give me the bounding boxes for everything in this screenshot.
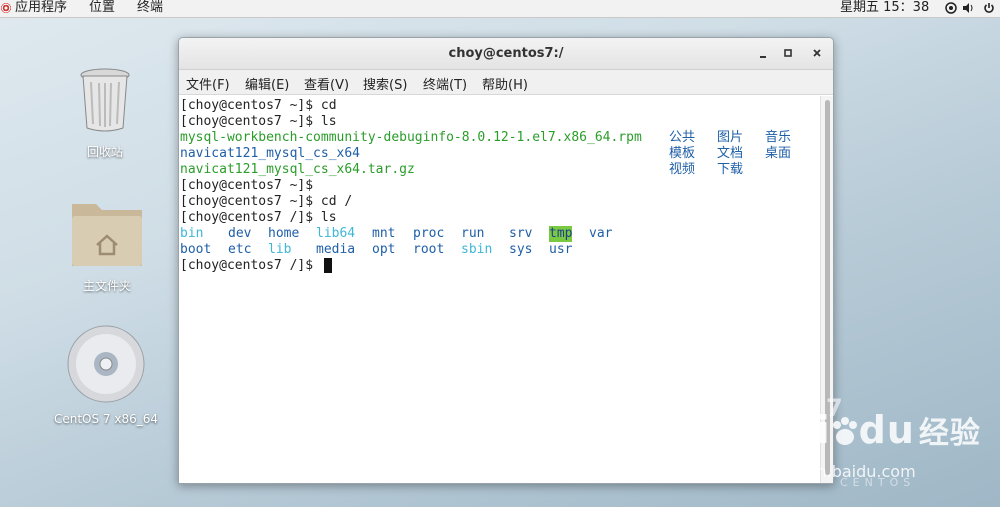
- menu-view[interactable]: 查看(V): [304, 74, 349, 93]
- terminal-line: [choy@centos7 ~]$ cd /: [180, 194, 353, 209]
- terminal-output[interactable]: [choy@centos7 ~]$ cd [choy@centos7 ~]$ l…: [179, 96, 819, 483]
- ls-dir: boot: [180, 242, 212, 257]
- ls-link: sbin: [461, 242, 493, 257]
- baidu-watermark: Bai du 经验 7 jingyan.baidu.com CENTOS: [760, 394, 990, 490]
- close-icon: [813, 49, 821, 57]
- ls-dir: 模板: [669, 146, 696, 161]
- terminal-line: [choy@centos7 /]$ ls: [180, 210, 337, 225]
- places-menu[interactable]: 位置: [89, 0, 115, 17]
- ls-dir-sticky: tmp: [549, 226, 573, 242]
- desktop-icon-label: 主文件夹: [82, 279, 131, 293]
- watermark-brand-2: du: [858, 408, 915, 452]
- applications-icon[interactable]: [1, 3, 11, 13]
- menu-bar: 文件(F) 编辑(E) 查看(V) 搜索(S) 终端(T) 帮助(H): [179, 70, 833, 95]
- menu-edit[interactable]: 编辑(E): [245, 74, 289, 93]
- volume-icon[interactable]: [962, 2, 974, 14]
- accessibility-icon[interactable]: [945, 2, 957, 14]
- ls-dir: 音乐: [765, 130, 792, 145]
- ls-dir: 文档: [717, 146, 744, 161]
- watermark-brand-cn: 经验: [918, 416, 981, 451]
- terminal-cursor: [324, 258, 332, 273]
- cd-icon: [67, 325, 145, 403]
- watermark-version: 7: [826, 394, 843, 422]
- ls-dir: navicat121_mysql_cs_x64: [180, 146, 361, 161]
- terminal-window: choy@centos7:/ 文件(F) 编辑(E) 查看(V) 搜索(S) 终…: [178, 37, 834, 484]
- maximize-icon: [784, 49, 792, 57]
- minimize-button[interactable]: [755, 46, 771, 62]
- ls-file: navicat121_mysql_cs_x64.tar.gz: [180, 162, 415, 177]
- menu-terminal[interactable]: 终端(T): [423, 74, 467, 93]
- ls-dir: 图片: [717, 130, 744, 145]
- menu-search[interactable]: 搜索(S): [363, 74, 407, 93]
- trash-icon: [80, 68, 130, 132]
- maximize-button[interactable]: [780, 46, 796, 62]
- ls-link: lib: [268, 242, 292, 257]
- desktop-icon-trash[interactable]: 回收站: [70, 66, 140, 160]
- ls-dir: proc: [413, 226, 445, 241]
- menu-file[interactable]: 文件(F): [186, 74, 230, 93]
- watermark-os: CENTOS: [840, 476, 916, 489]
- watermark-brand: Bai: [760, 408, 831, 452]
- terminal-line: [choy@centos7 ~]$ ls: [180, 114, 337, 129]
- ls-dir: home: [268, 226, 300, 241]
- ls-dir: media: [316, 242, 356, 257]
- top-panel: 应用程序 位置 终端 星期五 15：38: [0, 0, 1000, 18]
- ls-dir: 下载: [717, 162, 744, 177]
- minimize-icon: [760, 56, 766, 58]
- applications-menu[interactable]: 应用程序: [15, 0, 67, 17]
- terminal-line: [choy@centos7 /]$: [180, 258, 314, 273]
- desktop-icon-cdrom[interactable]: CentOS 7 x86_64: [50, 325, 162, 426]
- menu-help[interactable]: 帮助(H): [482, 74, 528, 93]
- ls-dir: usr: [549, 242, 573, 257]
- window-title: choy@centos7:/: [448, 46, 564, 61]
- ls-dir: sys: [509, 242, 533, 257]
- ls-link: lib64: [316, 226, 356, 241]
- ls-dir: run: [461, 226, 485, 241]
- terminal-line: [choy@centos7 ~]$: [180, 178, 314, 193]
- ls-dir: 视频: [669, 162, 696, 177]
- ls-dir: 桌面: [765, 146, 792, 161]
- home-folder-icon: [72, 204, 142, 266]
- ls-link: bin: [180, 226, 204, 241]
- close-button[interactable]: [809, 46, 825, 62]
- clock[interactable]: 星期五 15：38: [840, 0, 929, 17]
- ls-file: mysql-workbench-community-debuginfo-8.0.…: [180, 130, 642, 145]
- desktop-icon-label: CentOS 7 x86_64: [53, 412, 159, 426]
- ls-dir: mnt: [372, 226, 396, 241]
- power-icon[interactable]: [983, 2, 995, 14]
- ls-dir: etc: [228, 242, 252, 257]
- terminal-line: [choy@centos7 ~]$ cd: [180, 98, 337, 113]
- ls-dir: var: [589, 226, 613, 241]
- desktop-icon-home-folder[interactable]: 主文件夹: [60, 196, 154, 294]
- ls-dir: dev: [228, 226, 252, 241]
- ls-dir: opt: [372, 242, 396, 257]
- ls-dir: 公共: [669, 130, 696, 145]
- ls-dir: srv: [509, 226, 533, 241]
- ls-dir: root: [413, 242, 445, 257]
- terminal-app-menu[interactable]: 终端: [137, 0, 163, 17]
- desktop-icon-label: 回收站: [86, 145, 123, 159]
- window-titlebar[interactable]: choy@centos7:/: [179, 38, 833, 70]
